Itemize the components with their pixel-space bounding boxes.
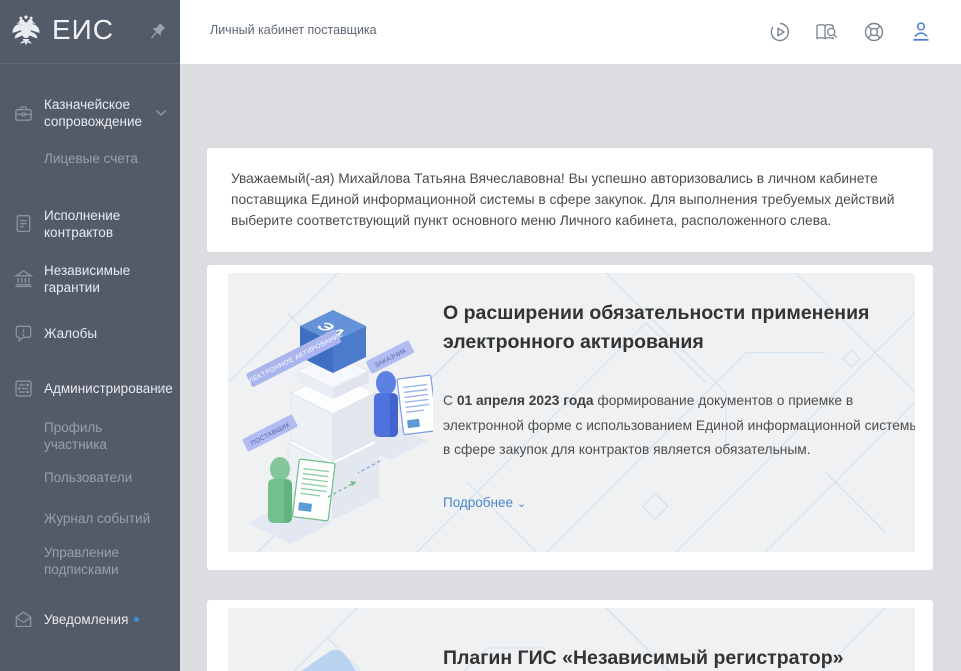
page-title: Личный кабинет поставщика	[210, 23, 377, 37]
sidebar-item-event-log[interactable]: Журнал событий	[0, 510, 180, 527]
coat-of-arms-eagle-icon	[11, 14, 41, 53]
sidebar-item-label: Профиль участника	[44, 419, 156, 453]
electronic-acceptance-illustration: ЭА ЭЛЕКТРОННОЕ АКТИРОВАНИЕ	[228, 273, 433, 552]
sidebar-item-label: Уведомления	[44, 611, 139, 628]
pushpin-icon[interactable]	[146, 20, 168, 49]
complaint-bubble-icon	[13, 323, 35, 344]
sidebar-item-personal-accounts[interactable]: Лицевые счета	[0, 150, 180, 167]
chevron-down-icon[interactable]	[155, 104, 167, 122]
supplier-cabinet-page: ЕИС Казна	[0, 0, 961, 671]
sidebar-item-notifications[interactable]: Уведомления	[0, 611, 180, 628]
user-account-icon[interactable]	[908, 18, 933, 46]
main-content: Уважаемый(-ая) Михайлова Татьяна Вячесла…	[180, 64, 961, 671]
help-lifebuoy-icon[interactable]	[861, 18, 886, 46]
sidebar-item-label: Администрирование	[44, 380, 156, 397]
news-card-panel: ЭА ЭЛЕКТРОННОЕ АКТИРОВАНИЕ	[228, 273, 915, 552]
welcome-card: Уважаемый(-ая) Михайлова Татьяна Вячесла…	[207, 148, 933, 252]
brand-logo-text: ЕИС	[52, 14, 114, 46]
sidebar-item-administration[interactable]: Администрирование	[0, 380, 180, 397]
sidebar-item-label: Лицевые счета	[44, 150, 138, 167]
news-title: Плагин ГИС «Независимый регистратор»	[443, 644, 915, 671]
customer-figure: ЗАКАЗЧИК	[365, 340, 433, 437]
news-card-electronic-acceptance: ЭА ЭЛЕКТРОННОЕ АКТИРОВАНИЕ	[207, 265, 933, 570]
sidebar-item-label: Казначейское сопровождение	[44, 96, 156, 130]
briefcase-icon	[13, 103, 35, 124]
topbar: Личный кабинет поставщика	[180, 0, 961, 64]
sidebar-item-participant-profile[interactable]: Профиль участника	[0, 427, 180, 444]
sidebar-item-label: Жалобы	[44, 325, 97, 342]
bank-building-icon	[13, 268, 35, 289]
sidebar-item-users[interactable]: Пользователи	[0, 469, 180, 486]
news-card-panel: Плагин ГИС «Независимый регистратор»	[228, 608, 915, 671]
sidebar-item-label: Исполнение контрактов	[44, 207, 156, 241]
admin-list-icon	[13, 378, 35, 399]
sidebar-item-label: Пользователи	[44, 469, 132, 486]
topbar-icons	[767, 18, 933, 46]
sidebar-item-treasury-support[interactable]: Казначейское сопровождение	[0, 96, 180, 130]
news-card-independent-registrator: Плагин ГИС «Независимый регистратор»	[207, 600, 933, 671]
sidebar-item-label: Журнал событий	[44, 510, 150, 527]
news-title: О расширении обязательности применения э…	[443, 299, 915, 356]
notification-dot	[134, 617, 139, 622]
video-guide-icon[interactable]	[767, 18, 792, 46]
sidebar-item-label: Управление подписками	[44, 544, 156, 578]
registrator-plugin-illustration	[228, 608, 433, 671]
welcome-text: Уважаемый(-ая) Михайлова Татьяна Вячесла…	[231, 171, 894, 228]
more-details-link[interactable]: Подробнее⌄	[443, 495, 526, 510]
search-book-icon[interactable]	[814, 18, 839, 46]
sidebar-item-subscription-management[interactable]: Управление подписками	[0, 552, 180, 569]
chevron-down-icon[interactable]	[155, 380, 167, 398]
sidebar-item-contract-execution[interactable]: Исполнение контрактов	[0, 215, 180, 232]
sidebar: ЕИС Казна	[0, 0, 180, 671]
sidebar-item-independent-guarantees[interactable]: Независимые гарантии	[0, 270, 180, 287]
envelope-icon	[13, 609, 35, 630]
sidebar-item-label: Независимые гарантии	[44, 262, 156, 296]
sidebar-item-complaints[interactable]: Жалобы	[0, 325, 180, 342]
news-body: С 01 апреля 2023 года формирование докум…	[443, 389, 915, 463]
contract-document-icon	[13, 213, 35, 234]
logo-row: ЕИС	[0, 0, 180, 64]
caret-down-icon: ⌄	[517, 498, 526, 510]
